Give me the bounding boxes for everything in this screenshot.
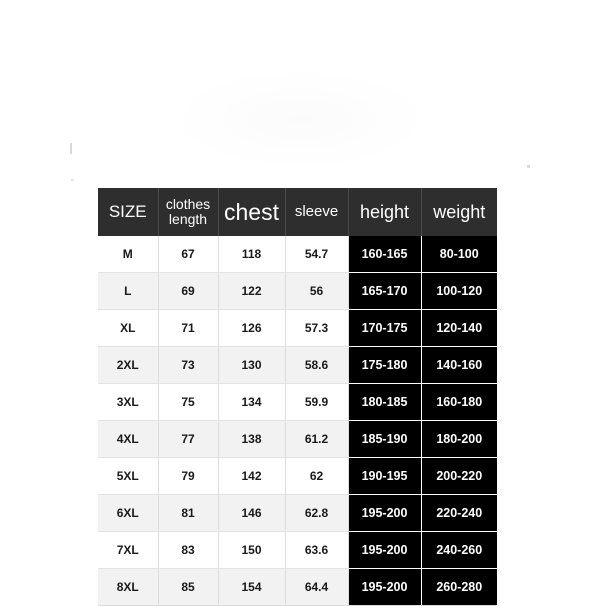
table-row: XL 71 126 57.3 170-175 120-140	[98, 309, 497, 347]
image-artifact-right	[527, 165, 530, 168]
cell-height: 180-185	[348, 383, 422, 421]
cell-chest: 142	[218, 457, 286, 495]
cell-height: 170-175	[348, 309, 422, 347]
image-artifact-left	[70, 143, 72, 154]
table-row: M 67 118 54.7 160-165 80-100	[98, 236, 497, 273]
cell-weight: 80-100	[421, 236, 497, 273]
cell-height: 195-200	[348, 531, 422, 569]
cell-weight: 240-260	[421, 531, 497, 569]
cell-clothes-length: 73	[158, 346, 219, 384]
cell-size: 7XL	[98, 531, 159, 569]
table-row: 6XL 81 146 62.8 195-200 220-240	[98, 494, 497, 532]
cell-chest: 146	[218, 494, 286, 532]
cell-size: 5XL	[98, 457, 159, 495]
table-row: 5XL 79 142 62 190-195 200-220	[98, 457, 497, 495]
table-header-row: SIZE clothes length chest sleeve height …	[98, 188, 497, 236]
cell-height: 195-200	[348, 494, 422, 532]
faded-product-image-area	[0, 14, 600, 186]
table-row: 4XL 77 138 61.2 185-190 180-200	[98, 420, 497, 458]
cell-chest: 138	[218, 420, 286, 458]
cell-height: 160-165	[348, 236, 422, 273]
column-header-sleeve: sleeve	[285, 188, 349, 236]
cell-sleeve: 61.2	[285, 420, 349, 458]
cell-weight: 140-160	[421, 346, 497, 384]
cell-size: 6XL	[98, 494, 159, 532]
cell-clothes-length: 81	[158, 494, 219, 532]
cell-chest: 134	[218, 383, 286, 421]
cell-chest: 150	[218, 531, 286, 569]
cell-size: M	[98, 236, 159, 273]
cell-sleeve: 56	[285, 272, 349, 310]
table-row: 7XL 83 150 63.6 195-200 240-260	[98, 531, 497, 569]
size-chart-table: SIZE clothes length chest sleeve height …	[98, 188, 497, 606]
cell-size: 2XL	[98, 346, 159, 384]
cell-sleeve: 62.8	[285, 494, 349, 532]
cell-clothes-length: 69	[158, 272, 219, 310]
cell-clothes-length: 71	[158, 309, 219, 347]
cell-size: XL	[98, 309, 159, 347]
cell-size: 4XL	[98, 420, 159, 458]
cell-weight: 200-220	[421, 457, 497, 495]
size-chart-body: M 67 118 54.7 160-165 80-100 L 69 122 56 165-170 10…	[98, 236, 497, 606]
cell-weight: 100-120	[421, 272, 497, 310]
cell-clothes-length: 67	[158, 236, 219, 273]
cell-chest: 118	[218, 236, 286, 273]
top-watermark-text: · · · · · · · · · ·	[248, 0, 352, 6]
cell-height: 190-195	[348, 457, 422, 495]
cell-chest: 122	[218, 272, 286, 310]
table-row: 3XL 75 134 59.9 180-185 160-180	[98, 383, 497, 421]
cell-height: 165-170	[348, 272, 422, 310]
cell-sleeve: 54.7	[285, 236, 349, 273]
cell-clothes-length: 83	[158, 531, 219, 569]
column-header-chest: chest	[218, 188, 286, 236]
cell-weight: 120-140	[421, 309, 497, 347]
cell-clothes-length: 77	[158, 420, 219, 458]
cell-clothes-length: 75	[158, 383, 219, 421]
image-artifact-lower-left	[71, 179, 74, 181]
size-chart: SIZE clothes length chest sleeve height …	[98, 188, 497, 606]
column-header-clothes-length: clothes length	[158, 188, 219, 236]
cell-sleeve: 57.3	[285, 309, 349, 347]
column-header-size: SIZE	[98, 188, 159, 236]
cell-size: L	[98, 272, 159, 310]
cell-sleeve: 63.6	[285, 531, 349, 569]
cell-size: 3XL	[98, 383, 159, 421]
top-watermark-strip: · · · · · · · · · ·	[0, 0, 600, 12]
table-row: L 69 122 56 165-170 100-120	[98, 272, 497, 310]
cell-sleeve: 58.6	[285, 346, 349, 384]
cell-weight: 220-240	[421, 494, 497, 532]
cell-weight: 180-200	[421, 420, 497, 458]
cell-sleeve: 59.9	[285, 383, 349, 421]
cell-height: 175-180	[348, 346, 422, 384]
cell-sleeve: 62	[285, 457, 349, 495]
cell-height: 185-190	[348, 420, 422, 458]
table-row: 2XL 73 130 58.6 175-180 140-160	[98, 346, 497, 384]
column-header-height: height	[348, 188, 422, 236]
column-header-weight: weight	[421, 188, 497, 236]
cell-clothes-length: 79	[158, 457, 219, 495]
cell-chest: 130	[218, 346, 286, 384]
cell-weight: 160-180	[421, 383, 497, 421]
cell-chest: 126	[218, 309, 286, 347]
